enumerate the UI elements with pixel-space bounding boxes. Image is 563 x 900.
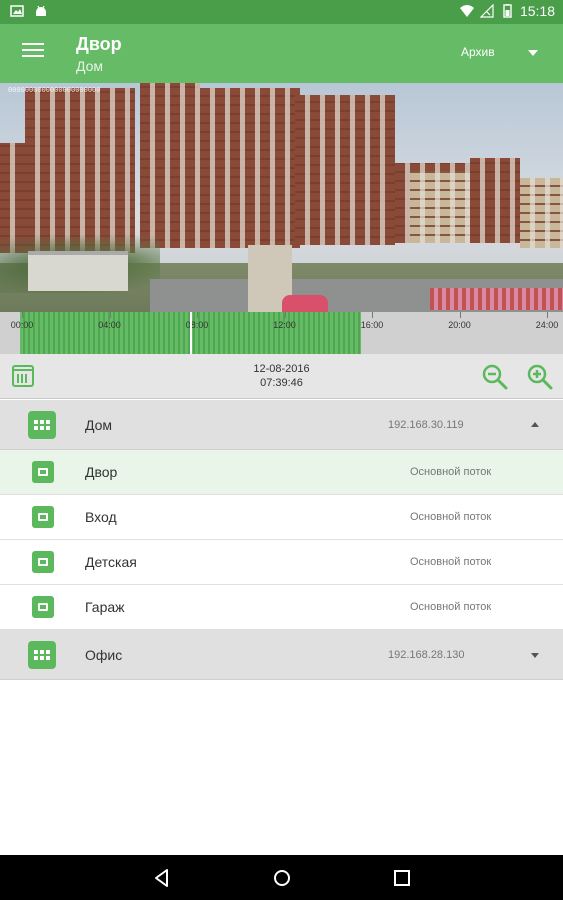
- chevron-down-icon[interactable]: [531, 653, 539, 658]
- timeline-label: 16:00: [360, 320, 384, 330]
- current-time: 07:39:46: [260, 377, 303, 389]
- timeline-tick: [547, 312, 548, 318]
- timeline-label: 00:00: [10, 320, 34, 330]
- app-bar: Двор Дом Архив: [0, 24, 563, 83]
- group-ip: 192.168.30.119: [388, 419, 464, 431]
- camera-icon: [32, 506, 54, 528]
- video-timestamp: 0000000000000000000000: [8, 87, 101, 95]
- current-date: 12-08-2016: [253, 363, 310, 375]
- page-title: Двор: [76, 34, 122, 54]
- timeline-tick: [372, 312, 373, 318]
- dvr-icon: [28, 411, 56, 439]
- camera-icon: [32, 551, 54, 573]
- chevron-down-icon[interactable]: [528, 50, 538, 56]
- camera-tree: Дом 192.168.30.119 Двор Основной поток В…: [0, 400, 563, 680]
- status-bar: 15:18: [0, 0, 563, 24]
- wifi-icon: [459, 5, 474, 17]
- camera-stream: Основной поток: [410, 466, 492, 478]
- camera-video-view[interactable]: 0000000000000000000000: [0, 83, 563, 312]
- timeline-label: 20:00: [448, 320, 471, 330]
- no-signal-icon: [479, 4, 494, 18]
- dvr-icon: [28, 641, 56, 669]
- android-icon: [36, 5, 46, 16]
- timeline[interactable]: 00:00 04:00 08:00 12:00 16:00 20:00 24:00: [0, 312, 563, 354]
- timeline-label: 12:00: [273, 320, 296, 330]
- group-name: Дом: [85, 417, 113, 433]
- camera-stream: Основной поток: [410, 601, 492, 613]
- timeline-tick: [459, 312, 461, 318]
- chevron-up-icon[interactable]: [531, 422, 539, 427]
- home-icon[interactable]: [271, 867, 293, 889]
- recents-icon[interactable]: [391, 867, 413, 889]
- group-ip: 192.168.28.130: [388, 649, 465, 661]
- camera-row[interactable]: Детская Основной поток: [0, 540, 563, 585]
- timeline-tick: [197, 312, 198, 318]
- timeline-label: 24:00: [535, 320, 559, 330]
- camera-name: Двор: [85, 464, 118, 480]
- timeline-cursor[interactable]: [189, 312, 192, 354]
- camera-name: Вход: [85, 509, 117, 525]
- group-name: Офис: [85, 647, 123, 663]
- zoom-in-icon[interactable]: [526, 363, 554, 391]
- system-nav-bar: [0, 855, 563, 900]
- timeline-tick: [284, 312, 286, 318]
- timeline-tick: [109, 312, 111, 318]
- camera-stream: Основной поток: [410, 511, 492, 523]
- timeline-tick: [22, 312, 23, 318]
- camera-icon: [32, 461, 54, 483]
- archive-dropdown[interactable]: Архив: [461, 45, 495, 59]
- date-bar: 12-08-2016 07:39:46: [0, 354, 563, 399]
- camera-row[interactable]: Двор Основной поток: [0, 450, 563, 495]
- battery-icon: [503, 4, 512, 18]
- camera-name: Детская: [85, 554, 137, 570]
- clock: 15:18: [519, 3, 555, 19]
- camera-row[interactable]: Вход Основной поток: [0, 495, 563, 540]
- image-icon: [10, 5, 24, 17]
- back-icon[interactable]: [151, 867, 173, 889]
- camera-stream: Основной поток: [410, 556, 492, 568]
- camera-name: Гараж: [85, 599, 125, 615]
- camera-row[interactable]: Гараж Основной поток: [0, 585, 563, 630]
- group-row-home[interactable]: Дом 192.168.30.119: [0, 400, 563, 450]
- zoom-out-icon[interactable]: [481, 363, 509, 391]
- group-row-office[interactable]: Офис 192.168.28.130: [0, 630, 563, 680]
- camera-icon: [32, 596, 54, 618]
- page-subtitle: Дом: [76, 58, 104, 74]
- hamburger-menu-icon[interactable]: [22, 43, 44, 63]
- timeline-label: 04:00: [98, 320, 121, 330]
